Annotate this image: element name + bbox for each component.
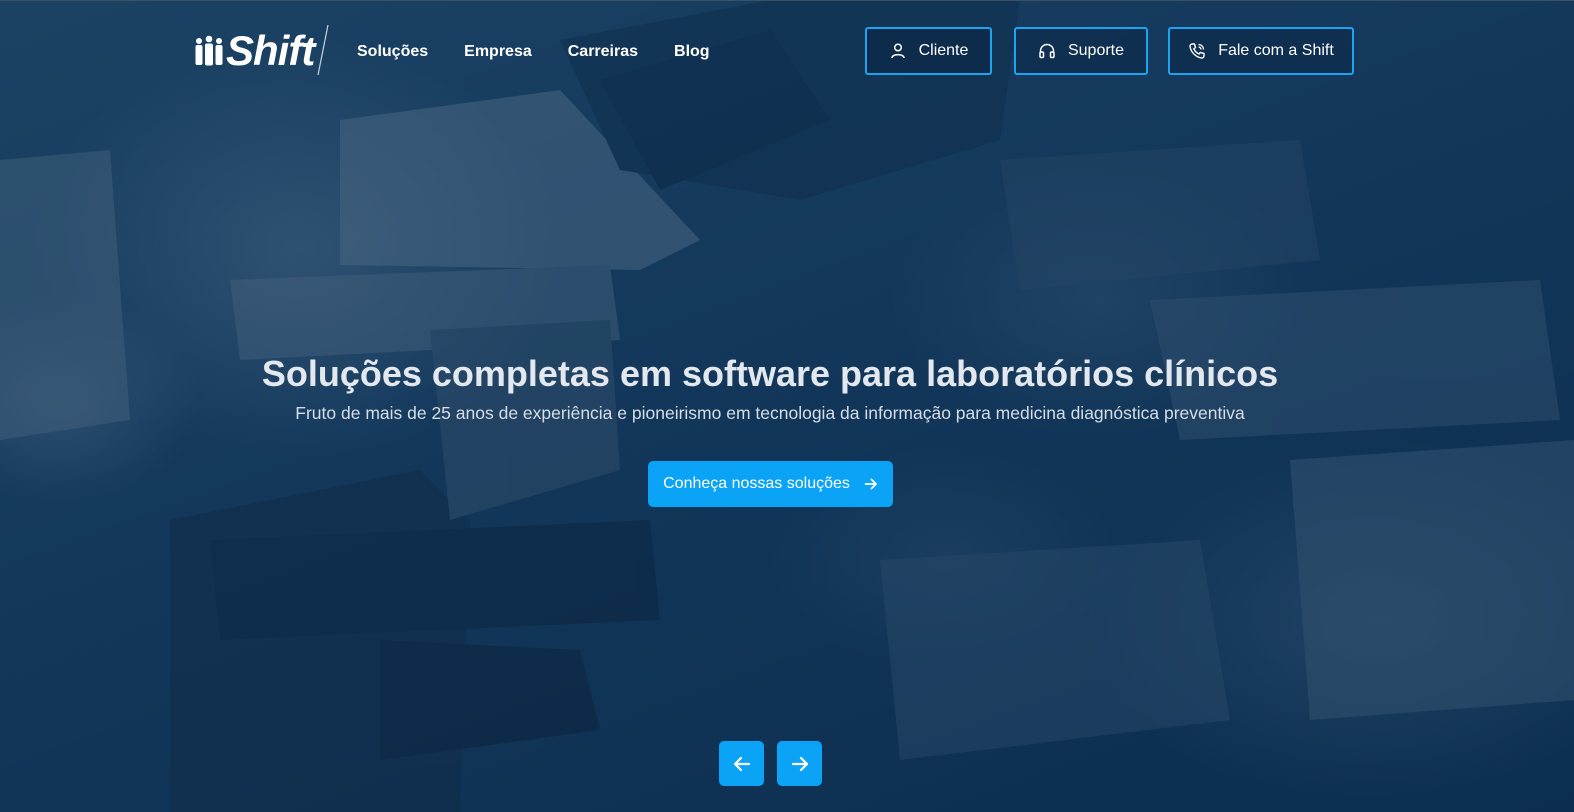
logo-divider [317,24,329,76]
shift-logo[interactable]: Shift [194,26,315,76]
hero-section: Shift Soluções Empresa Carreiras Blog Cl… [0,0,1574,812]
main-nav: Soluções Empresa Carreiras Blog [357,42,710,62]
headphones-icon [1039,43,1055,59]
site-header: Shift Soluções Empresa Carreiras Blog Cl… [0,0,1574,104]
hero-subtitle: Fruto de mais de 25 anos de experiência … [295,403,1245,423]
phone-icon [1189,43,1205,59]
arrow-right-icon [791,756,808,771]
fale-com-a-shift-button[interactable]: Fale com a Shift [1168,27,1354,75]
people-logo-icon [195,35,223,66]
nav-item-empresa[interactable]: Empresa [464,42,532,62]
carousel-prev-button[interactable] [719,741,764,786]
hero-title: Soluções completas em software para labo… [261,353,1279,394]
cta-label: Conheça nossas soluções [663,475,850,492]
conheca-solucoes-button[interactable]: Conheça nossas soluções [648,461,893,507]
arrow-right-icon [864,478,877,490]
cliente-button[interactable]: Cliente [865,27,992,75]
nav-item-carreiras[interactable]: Carreiras [568,42,638,62]
arrow-left-icon [733,756,750,771]
suporte-button-label: Suporte [1067,42,1125,59]
nav-item-solucoes[interactable]: Soluções [357,42,428,62]
nav-item-blog[interactable]: Blog [674,42,710,62]
fale-button-label: Fale com a Shift [1218,42,1334,59]
suporte-button[interactable]: Suporte [1014,27,1148,75]
logo-wordmark: Shift [226,27,315,74]
user-icon [890,43,905,59]
cliente-button-label: Cliente [918,42,969,59]
carousel-next-button[interactable] [777,741,822,786]
